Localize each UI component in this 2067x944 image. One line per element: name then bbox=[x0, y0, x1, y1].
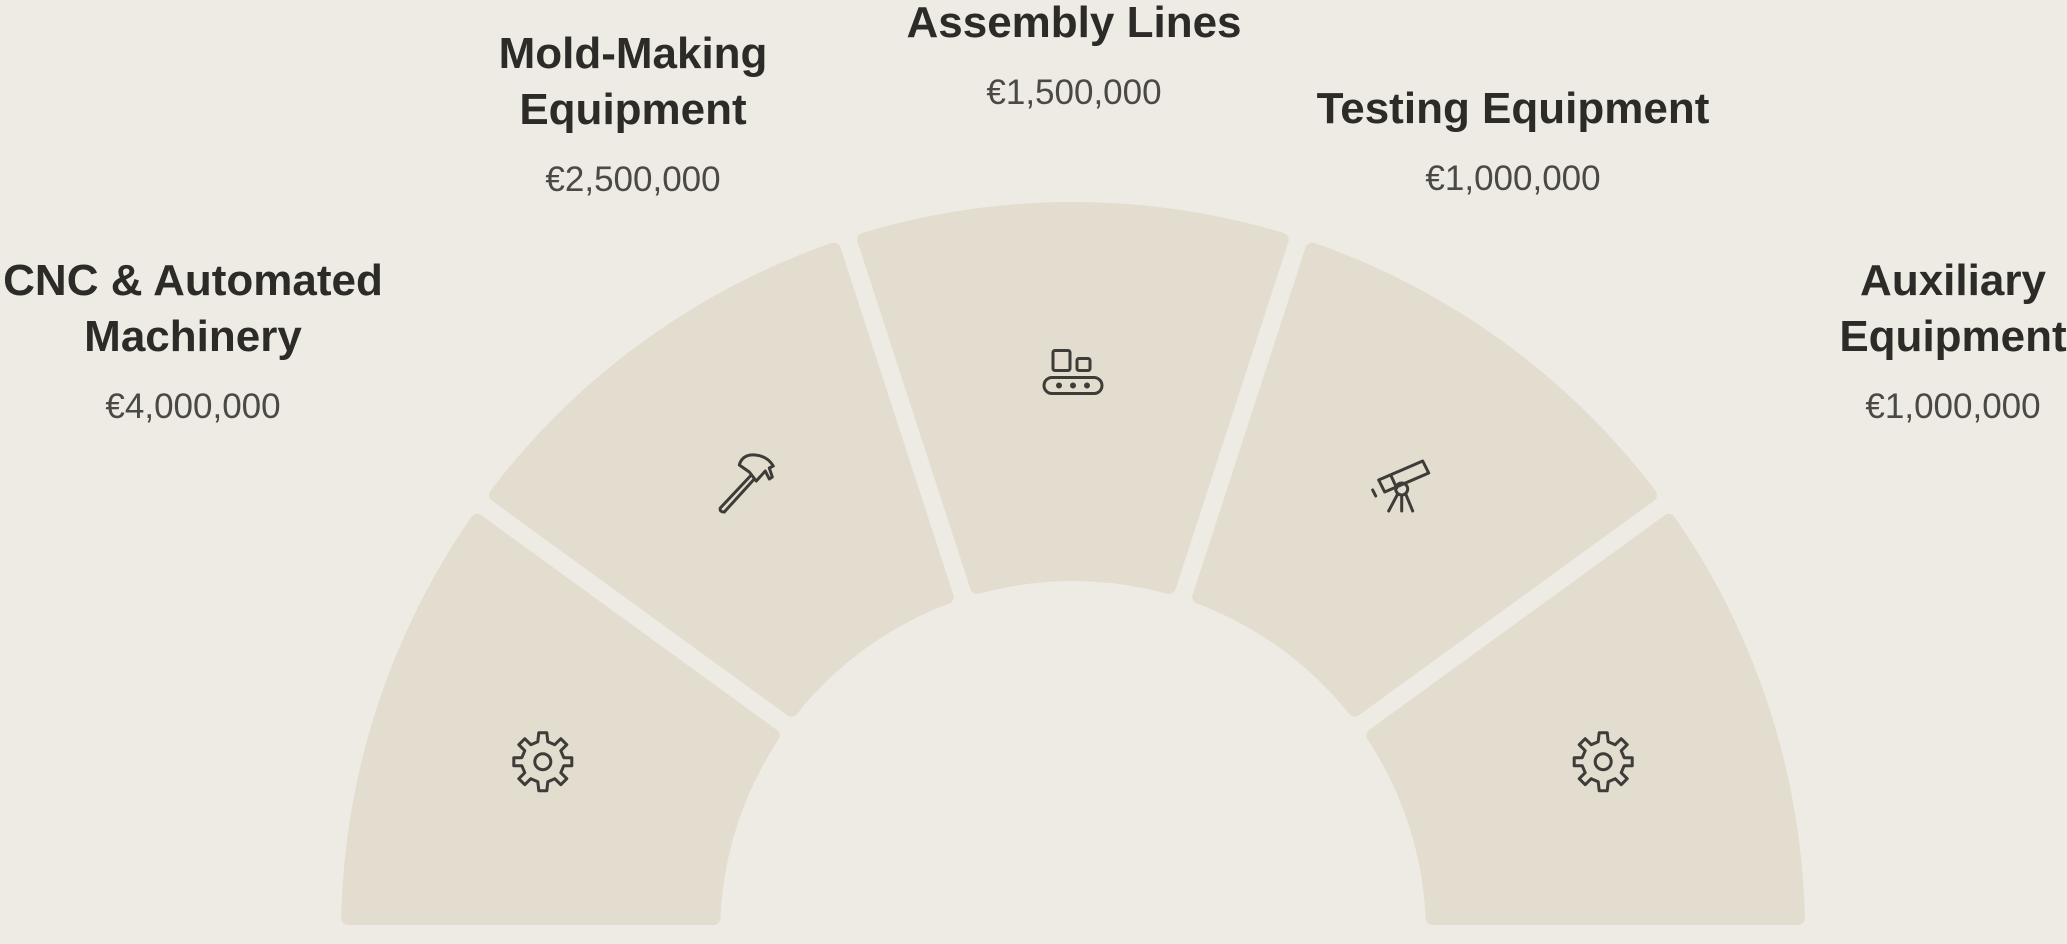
label-auxiliary-equipment: Auxiliary Equipment €1,000,000 bbox=[1839, 253, 2066, 427]
label-title: Assembly Lines bbox=[906, 0, 1242, 47]
label-value: €4,000,000 bbox=[105, 387, 281, 426]
label-value: €1,000,000 bbox=[1425, 159, 1601, 198]
label-cnc-automated-machinery: CNC & Automated Machinery €4,000,000 bbox=[3, 253, 383, 427]
label-mold-making-equipment: Mold-Making Equipment €2,500,000 bbox=[499, 26, 768, 200]
radial-diagram bbox=[341, 202, 1805, 926]
label-assembly-lines: Assembly Lines €1,500,000 bbox=[906, 0, 1241, 113]
label-title: Testing Equipment bbox=[1316, 84, 1710, 133]
label-title: Mold-Making Equipment bbox=[498, 29, 768, 134]
label-title: Auxiliary Equipment bbox=[1839, 256, 2067, 361]
label-value: €1,500,000 bbox=[986, 73, 1162, 112]
label-title: CNC & Automated Machinery bbox=[3, 256, 383, 361]
label-value: €1,000,000 bbox=[1865, 387, 2041, 426]
label-testing-equipment: Testing Equipment €1,000,000 bbox=[1317, 81, 1710, 199]
label-value: €2,500,000 bbox=[545, 160, 721, 199]
